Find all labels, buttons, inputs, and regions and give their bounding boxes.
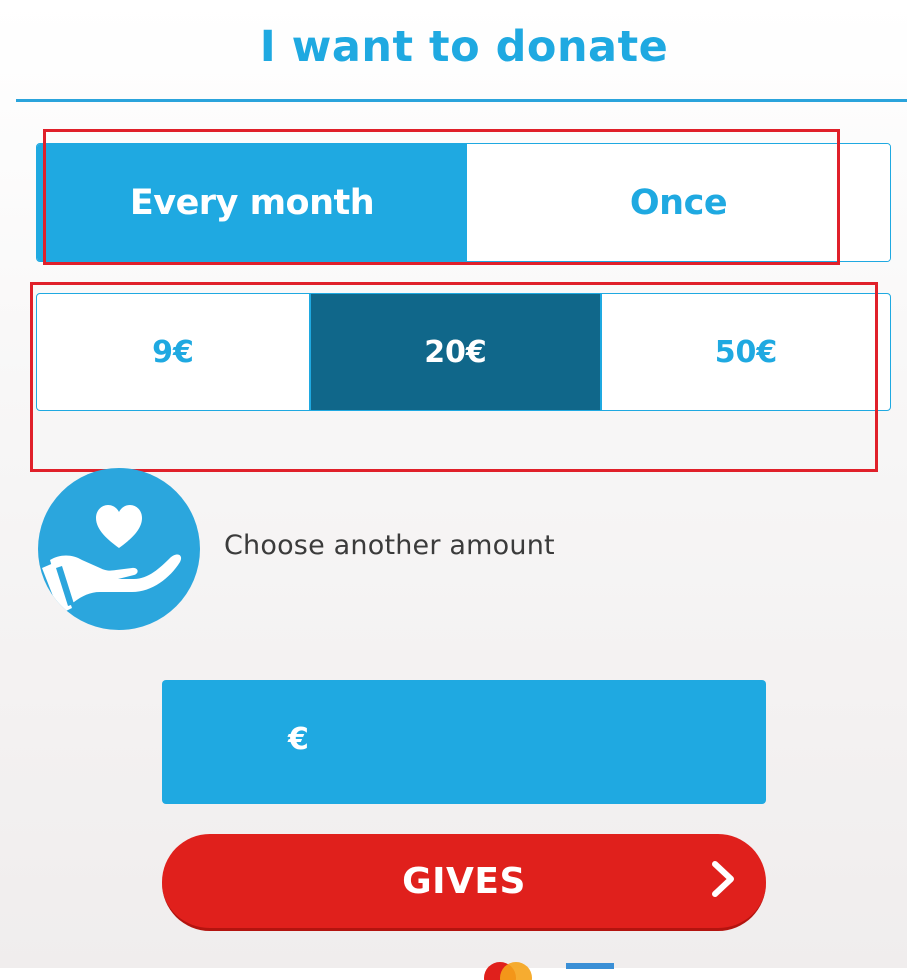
- amount-selector: 9€ 20€ 50€: [36, 293, 891, 411]
- choose-another-amount-label: Choose another amount: [224, 530, 555, 561]
- frequency-option-once[interactable]: Once: [467, 144, 890, 261]
- mastercard-icon: [484, 962, 532, 980]
- custom-amount-field[interactable]: €: [162, 680, 766, 804]
- frequency-option-every-month[interactable]: Every month: [37, 144, 467, 261]
- amount-option-9[interactable]: 9€: [37, 294, 309, 410]
- euro-sign: €: [288, 722, 309, 757]
- amex-icon: [566, 963, 614, 969]
- amount-option-20[interactable]: 20€: [309, 294, 602, 410]
- custom-amount-input[interactable]: [332, 710, 736, 774]
- title-divider: [16, 99, 907, 102]
- gives-button[interactable]: GIVES: [162, 834, 766, 931]
- amount-option-50[interactable]: 50€: [602, 294, 890, 410]
- page-title: I want to donate: [259, 22, 669, 72]
- frequency-toggle: Every month Once: [36, 143, 891, 262]
- hand-heart-icon: [38, 468, 200, 630]
- chevron-right-icon: [712, 861, 734, 897]
- gives-button-label: GIVES: [402, 860, 526, 902]
